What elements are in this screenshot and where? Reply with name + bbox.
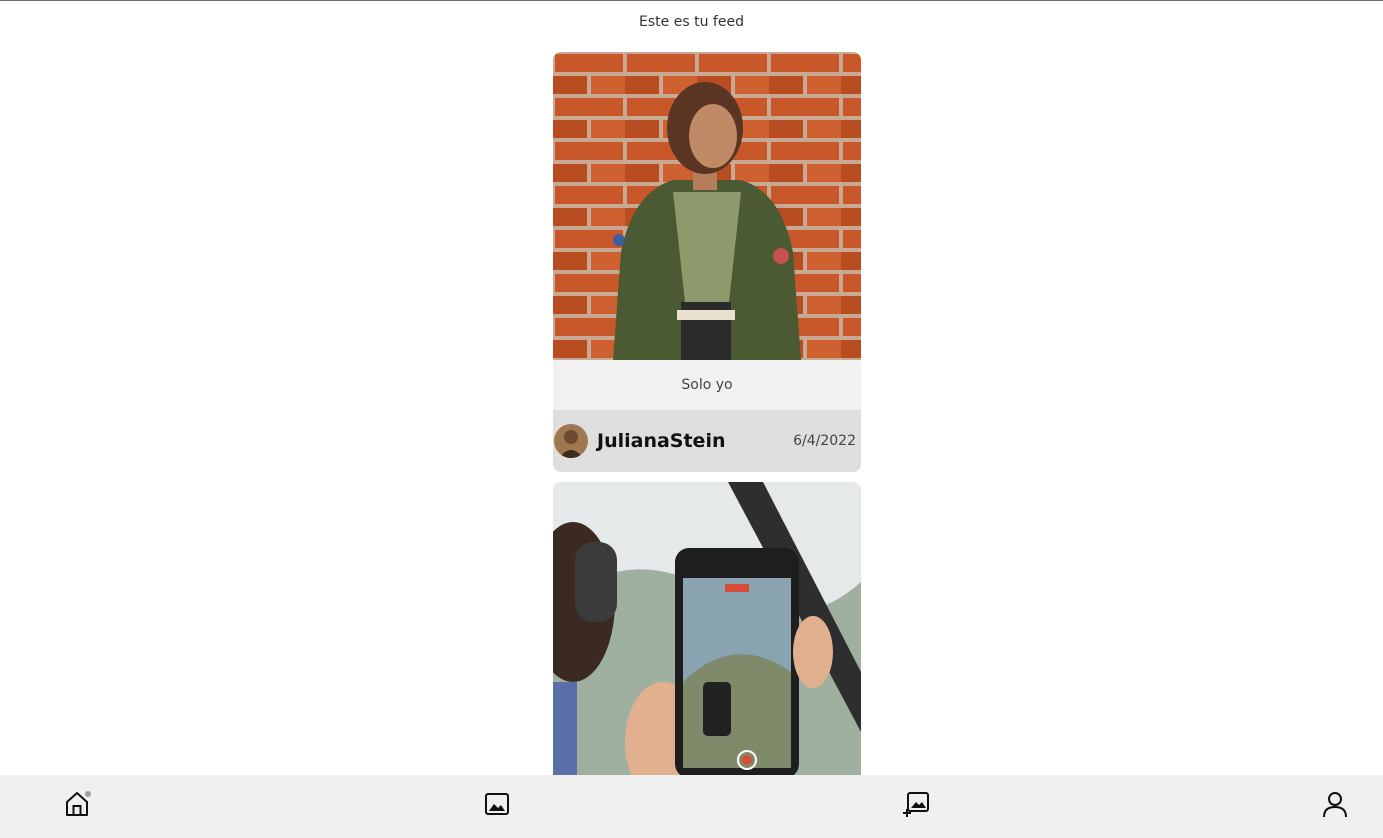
post-username[interactable]: JulianaStein	[597, 430, 725, 452]
nav-add-post-button[interactable]	[899, 789, 933, 823]
feed-post[interactable]: Solo yo JulianaStein 6/4/2022	[553, 52, 861, 472]
image-icon	[482, 789, 512, 823]
add-image-icon	[901, 789, 931, 823]
nav-home-button[interactable]	[60, 789, 94, 823]
bottom-navigation	[0, 775, 1383, 838]
post-author-row[interactable]: JulianaStein 6/4/2022	[553, 410, 861, 472]
post-image[interactable]	[553, 52, 861, 360]
home-icon	[62, 789, 92, 823]
nav-profile-button[interactable]	[1318, 789, 1352, 823]
top-border	[0, 0, 1383, 1]
avatar[interactable]	[554, 424, 588, 458]
nav-gallery-button[interactable]	[480, 789, 514, 823]
post-caption: Solo yo	[553, 360, 861, 410]
feed-list[interactable]: Solo yo JulianaStein 6/4/2022	[553, 52, 861, 775]
page-title: Este es tu feed	[639, 14, 744, 30]
post-date: 6/4/2022	[793, 433, 856, 449]
user-icon	[1320, 789, 1350, 823]
feed-post[interactable]	[553, 482, 861, 775]
post-image[interactable]	[553, 482, 861, 775]
